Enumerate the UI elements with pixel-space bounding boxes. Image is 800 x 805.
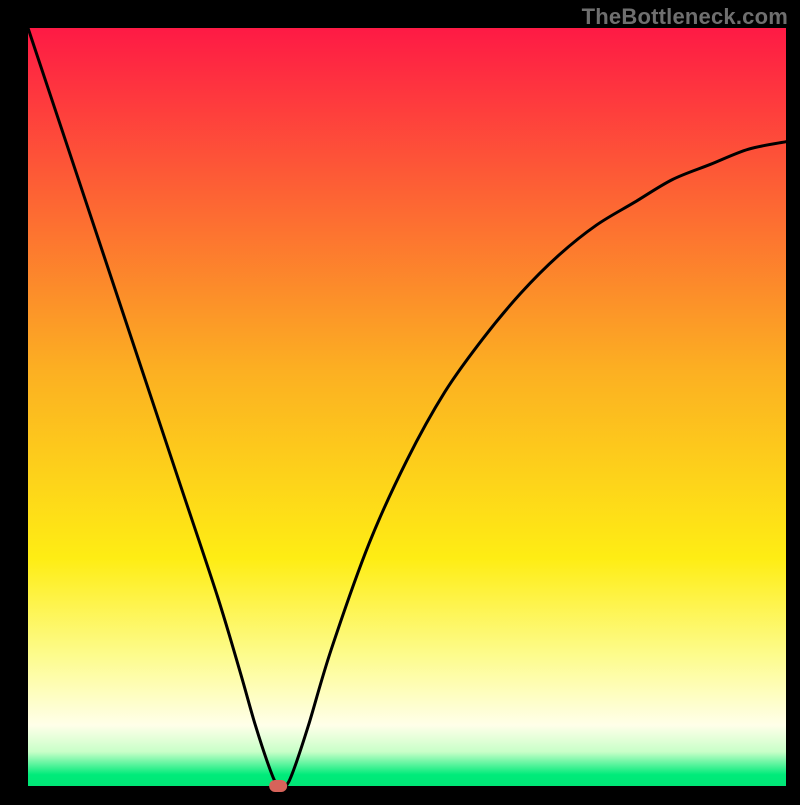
chart-frame: TheBottleneck.com: [0, 0, 800, 800]
plot-background: [28, 28, 786, 786]
bottleneck-chart: [0, 0, 800, 800]
attribution-text: TheBottleneck.com: [582, 4, 788, 30]
optimal-marker: [269, 780, 287, 792]
